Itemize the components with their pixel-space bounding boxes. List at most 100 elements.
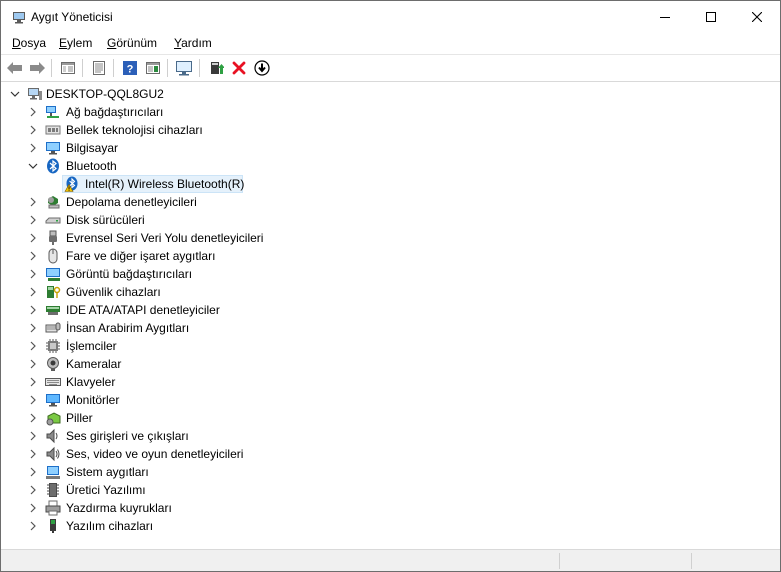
tree-item-piller[interactable]: Piller	[1, 409, 780, 427]
update-driver-button[interactable]	[206, 58, 226, 78]
tree-item-goruntu-bagdastiricilari[interactable]: Görüntü bağdaştırıcıları	[1, 265, 780, 283]
chevron-right-icon[interactable]	[27, 430, 39, 442]
action-pane-button[interactable]	[143, 58, 163, 78]
tree-item-fare[interactable]: Fare ve diğer işaret aygıtları	[1, 247, 780, 265]
chevron-right-icon[interactable]	[27, 376, 39, 388]
chevron-right-icon[interactable]	[27, 358, 39, 370]
tree-item-bluetooth[interactable]: Bluetooth	[1, 157, 780, 175]
forward-arrow-icon	[30, 62, 45, 74]
back-button[interactable]	[5, 58, 25, 78]
tree-item-bellek-teknolojisi[interactable]: Bellek teknolojisi cihazları	[1, 121, 780, 139]
tree-item-klavyeler[interactable]: Klavyeler	[1, 373, 780, 391]
tree-item-yazilim-cihazlari[interactable]: Yazılım cihazları	[1, 517, 780, 535]
tree-item-disk-suruculeri[interactable]: Disk sürücüleri	[1, 211, 780, 229]
title-bar[interactable]: Aygıt Yöneticisi	[1, 1, 780, 32]
tree-item-kameralar[interactable]: Kameralar	[1, 355, 780, 373]
tree-item-guvenlik-cihazlari[interactable]: Güvenlik cihazları	[1, 283, 780, 301]
chevron-right-icon[interactable]	[27, 304, 39, 316]
uninstall-device-button[interactable]	[229, 58, 249, 78]
menu-bar: Dosya Eylem Görünüm Yardım	[1, 32, 780, 55]
chevron-right-icon[interactable]	[27, 484, 39, 496]
tree-item-label: IDE ATA/ATAPI denetleyiciler	[66, 303, 220, 317]
chevron-right-icon[interactable]	[27, 466, 39, 478]
tree-item-ide-ata-atapi[interactable]: IDE ATA/ATAPI denetleyiciler	[1, 301, 780, 319]
computer-icon	[46, 142, 60, 155]
toolbar-separator	[167, 59, 168, 77]
svg-text:?: ?	[127, 64, 134, 76]
storage-controller-icon	[48, 196, 60, 209]
chevron-right-icon[interactable]	[27, 520, 39, 532]
tree-item-label: Depolama denetleyicileri	[66, 195, 197, 209]
disable-device-button[interactable]	[252, 58, 272, 78]
tree-item-label: Sistem aygıtları	[66, 465, 149, 479]
ide-controller-icon	[46, 306, 60, 315]
tree-item-label: Güvenlik cihazları	[66, 285, 161, 299]
chevron-right-icon[interactable]	[27, 250, 39, 262]
display-adapter-icon	[46, 268, 60, 281]
chevron-right-icon[interactable]	[27, 124, 39, 136]
tree-item-label: Yazdırma kuyrukları	[66, 501, 172, 515]
tree-item-insan-arabirim[interactable]: İnsan Arabirim Aygıtları	[1, 319, 780, 337]
tree-item-label: Ses, video ve oyun denetleyicileri	[66, 447, 244, 461]
chevron-down-icon[interactable]	[27, 160, 39, 172]
disk-drive-icon	[45, 217, 61, 224]
close-button[interactable]	[734, 1, 780, 32]
help-button[interactable]: ?	[120, 58, 140, 78]
tree-item-evrensel-seri-veri-yolu[interactable]: Evrensel Seri Veri Yolu denetleyicileri	[1, 229, 780, 247]
menu-eylem-accel: E	[59, 36, 68, 50]
tree-item-label: Yazılım cihazları	[66, 519, 154, 533]
window-title: Aygıt Yöneticisi	[31, 10, 113, 24]
toolbar-separator	[51, 59, 52, 77]
tree-item-depolama-denetleyicileri[interactable]: Depolama denetleyicileri	[1, 193, 780, 211]
menu-dosya[interactable]: Dosya	[12, 36, 46, 50]
action-pane-icon	[146, 62, 160, 74]
tree-item-intel-wireless-bluetooth[interactable]: Intel(R) Wireless Bluetooth(R)	[1, 175, 780, 193]
chevron-right-icon[interactable]	[27, 142, 39, 154]
chevron-right-icon[interactable]	[27, 502, 39, 514]
tree-item-uretici-yazilimi[interactable]: Üretici Yazılımı	[1, 481, 780, 499]
chevron-right-icon[interactable]	[27, 394, 39, 406]
chevron-right-icon[interactable]	[27, 340, 39, 352]
menu-eylem[interactable]: Eylem	[59, 36, 92, 50]
chevron-right-icon[interactable]	[27, 322, 39, 334]
chevron-right-icon[interactable]	[27, 268, 39, 280]
tree-item-yazdirma-kuyruklari[interactable]: Yazdırma kuyrukları	[1, 499, 780, 517]
maximize-icon	[706, 11, 716, 22]
scan-hardware-button[interactable]	[174, 58, 194, 78]
menu-gorunum[interactable]: Görünüm	[107, 36, 157, 50]
properties-button[interactable]	[89, 58, 109, 78]
chevron-right-icon[interactable]	[27, 106, 39, 118]
chevron-right-icon[interactable]	[27, 196, 39, 208]
tree-item-label: Görüntü bağdaştırıcıları	[66, 267, 193, 281]
tree-item-label: Intel(R) Wireless Bluetooth(R)	[85, 177, 245, 191]
chevron-right-icon[interactable]	[27, 412, 39, 424]
tree-item-islemciler[interactable]: İşlemciler	[1, 337, 780, 355]
chevron-right-icon[interactable]	[27, 232, 39, 244]
tree-item-sistem-aygitlari[interactable]: Sistem aygıtları	[1, 463, 780, 481]
sound-controller-icon	[46, 446, 60, 462]
maximize-button[interactable]	[688, 1, 734, 32]
tree-item-bilgisayar[interactable]: Bilgisayar	[1, 139, 780, 157]
tree-item-label: Kameralar	[66, 357, 122, 371]
bluetooth-icon	[47, 158, 59, 174]
device-manager-window: Aygıt Yöneticisi Dosya Eylem Görünüm Yar…	[0, 0, 781, 572]
tree-item-ag-bagdastiricilari[interactable]: Ağ bağdaştırıcıları	[1, 103, 780, 121]
show-hide-tree-button[interactable]	[58, 58, 78, 78]
menu-yardim[interactable]: Yardım	[174, 36, 212, 50]
chevron-right-icon[interactable]	[27, 286, 39, 298]
tree-item-ses-video-oyun[interactable]: Ses, video ve oyun denetleyicileri	[1, 445, 780, 463]
chevron-right-icon[interactable]	[27, 214, 39, 226]
minimize-button[interactable]	[642, 1, 688, 32]
chevron-right-icon[interactable]	[27, 448, 39, 460]
tree-item-monitorler[interactable]: Monitörler	[1, 391, 780, 409]
memory-technology-icon	[45, 125, 61, 135]
tree-item-label: Piller	[66, 411, 93, 425]
battery-icon	[46, 412, 61, 426]
tree-root-row[interactable]: DESKTOP-QQL8GU2	[1, 85, 780, 103]
system-devices-icon	[46, 466, 60, 479]
show-hide-console-tree-icon	[61, 62, 75, 74]
security-device-icon	[47, 286, 61, 298]
tree-item-ses-girisleri[interactable]: Ses girişleri ve çıkışları	[1, 427, 780, 445]
forward-button[interactable]	[27, 58, 47, 78]
chevron-down-icon[interactable]	[9, 88, 21, 100]
